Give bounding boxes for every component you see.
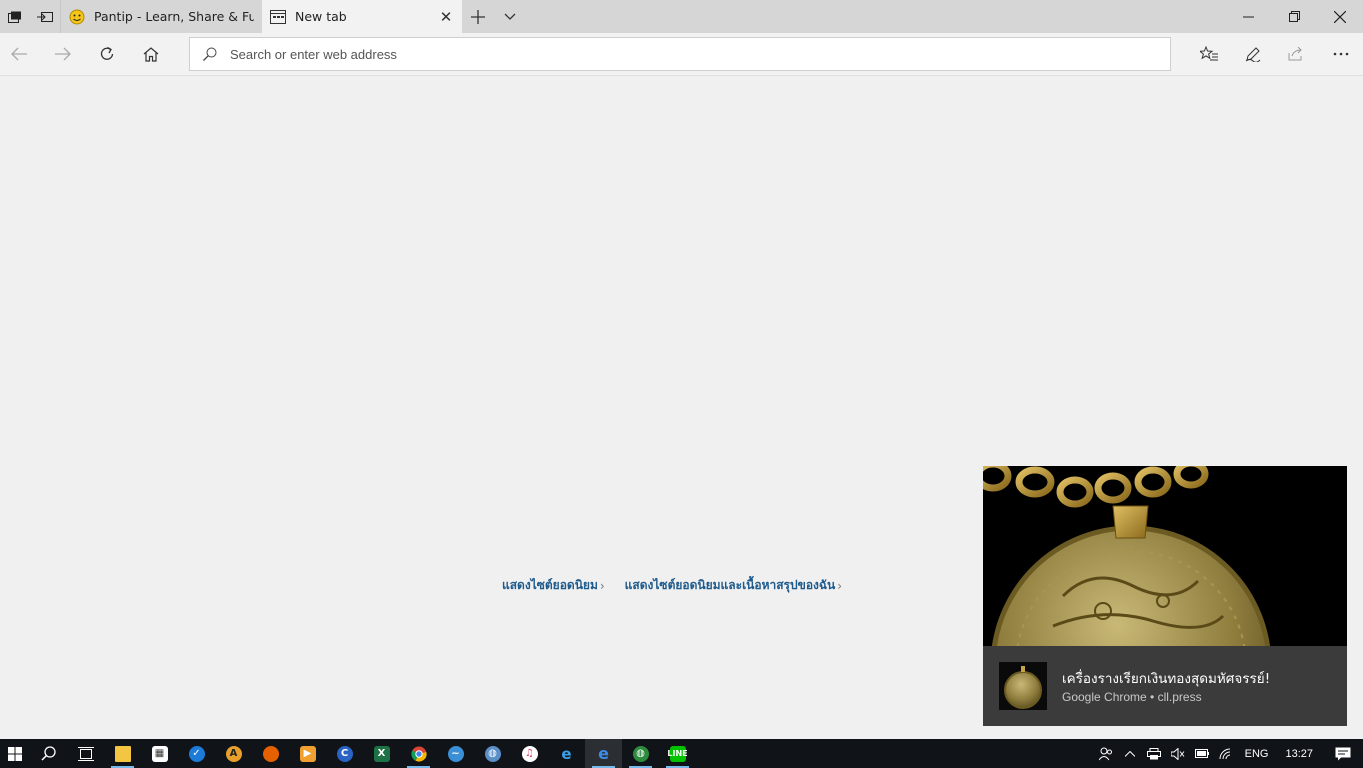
- link-label: แสดงไซต์ยอดนิยม: [502, 578, 598, 592]
- app-globe-icon[interactable]: ◍: [474, 739, 511, 768]
- firefox-icon[interactable]: [252, 739, 289, 768]
- chevron-right-icon: ›: [599, 578, 605, 593]
- search-icon[interactable]: [30, 739, 67, 768]
- more-menu-icon[interactable]: [1325, 39, 1357, 69]
- close-tab-icon[interactable]: ✕: [438, 8, 454, 26]
- top-sites-options: แสดงไซต์ยอดนิยม › แสดงไซต์ยอดนิยมและเนื้อ…: [502, 576, 842, 595]
- notification-thumbnail: [999, 662, 1047, 710]
- favorites-icon[interactable]: [1193, 39, 1225, 69]
- taskbar: ▦ ✓ A ▶ C X ~ ◍ ♫ e e ◍ LINE ENG 13:27: [0, 739, 1363, 768]
- media-player-icon[interactable]: ▶: [289, 739, 326, 768]
- restore-button[interactable]: [1271, 0, 1317, 33]
- window-controls: [1225, 0, 1363, 33]
- pantip-smiley-icon: [69, 9, 85, 25]
- minimize-button[interactable]: [1225, 0, 1271, 33]
- refresh-button[interactable]: [91, 39, 123, 69]
- tab-manager-icon[interactable]: [0, 0, 30, 33]
- close-window-button[interactable]: [1317, 0, 1363, 33]
- clock[interactable]: 13:27: [1275, 748, 1323, 760]
- app-bird-icon[interactable]: ~: [437, 739, 474, 768]
- app-c-icon[interactable]: C: [326, 739, 363, 768]
- notification-toast[interactable]: เครื่องรางเรียกเงินทองสุดมหัศจรรย์! Goog…: [983, 466, 1347, 726]
- show-top-sites-and-feed-link[interactable]: แสดงไซต์ยอดนิยมและเนื้อหาสรุปของฉัน ›: [625, 576, 842, 595]
- tab-title: Pantip - Learn, Share & Fun: [94, 9, 254, 24]
- chevron-right-icon: ›: [837, 578, 843, 593]
- volume-muted-icon[interactable]: [1166, 739, 1190, 768]
- tab-new-tab[interactable]: New tab ✕: [262, 0, 462, 33]
- app-orange-icon[interactable]: A: [215, 739, 252, 768]
- excel-icon[interactable]: X: [363, 739, 400, 768]
- internet-explorer-icon[interactable]: e: [548, 739, 585, 768]
- set-tabs-aside-icon[interactable]: [30, 0, 60, 33]
- pen-icon[interactable]: [1237, 39, 1269, 69]
- navigation-bar: [0, 33, 1363, 76]
- line-icon[interactable]: LINE: [659, 739, 696, 768]
- store-icon[interactable]: ▦: [141, 739, 178, 768]
- itunes-icon[interactable]: ♫: [511, 739, 548, 768]
- title-bar: Pantip - Learn, Share & Fun New tab ✕: [0, 0, 1363, 33]
- newtab-icon: [270, 9, 286, 25]
- input-language[interactable]: ENG: [1238, 748, 1276, 760]
- battery-icon[interactable]: [1190, 739, 1214, 768]
- notification-source: Google Chrome • cll.press: [1062, 690, 1202, 704]
- file-explorer-icon[interactable]: [104, 739, 141, 768]
- tab-preview-chevron-down-icon[interactable]: [494, 0, 526, 33]
- new-tab-button[interactable]: [462, 0, 494, 33]
- link-label: แสดงไซต์ยอดนิยมและเนื้อหาสรุปของฉัน: [624, 578, 836, 592]
- forward-button[interactable]: [47, 39, 79, 69]
- notification-body: เครื่องรางเรียกเงินทองสุดมหัศจรรย์! Goog…: [983, 646, 1347, 726]
- edge-icon[interactable]: e: [585, 739, 622, 768]
- share-icon[interactable]: [1280, 39, 1312, 69]
- system-tray: ENG 13:27: [1094, 739, 1363, 768]
- home-button[interactable]: [135, 39, 167, 69]
- show-top-sites-link[interactable]: แสดงไซต์ยอดนิยม ›: [502, 576, 605, 595]
- address-bar[interactable]: [189, 37, 1171, 71]
- search-icon: [202, 46, 218, 62]
- tab-title: New tab: [295, 9, 347, 24]
- back-button[interactable]: [3, 39, 35, 69]
- wifi-icon[interactable]: [1214, 739, 1238, 768]
- address-input[interactable]: [230, 46, 1130, 62]
- app-green-globe-icon[interactable]: ◍: [622, 739, 659, 768]
- action-center-icon[interactable]: [1323, 739, 1363, 768]
- printer-icon[interactable]: [1142, 739, 1166, 768]
- chrome-icon[interactable]: [400, 739, 437, 768]
- app-blue-icon[interactable]: ✓: [178, 739, 215, 768]
- chevron-up-icon[interactable]: [1118, 739, 1142, 768]
- task-view-icon[interactable]: [67, 739, 104, 768]
- start-button[interactable]: [0, 739, 30, 768]
- people-icon[interactable]: [1094, 739, 1118, 768]
- tab-pantip[interactable]: Pantip - Learn, Share & Fun: [60, 0, 262, 33]
- gold-coin-pendant-image: [983, 466, 1347, 646]
- notification-title: เครื่องรางเรียกเงินทองสุดมหัศจรรย์!: [1062, 671, 1271, 687]
